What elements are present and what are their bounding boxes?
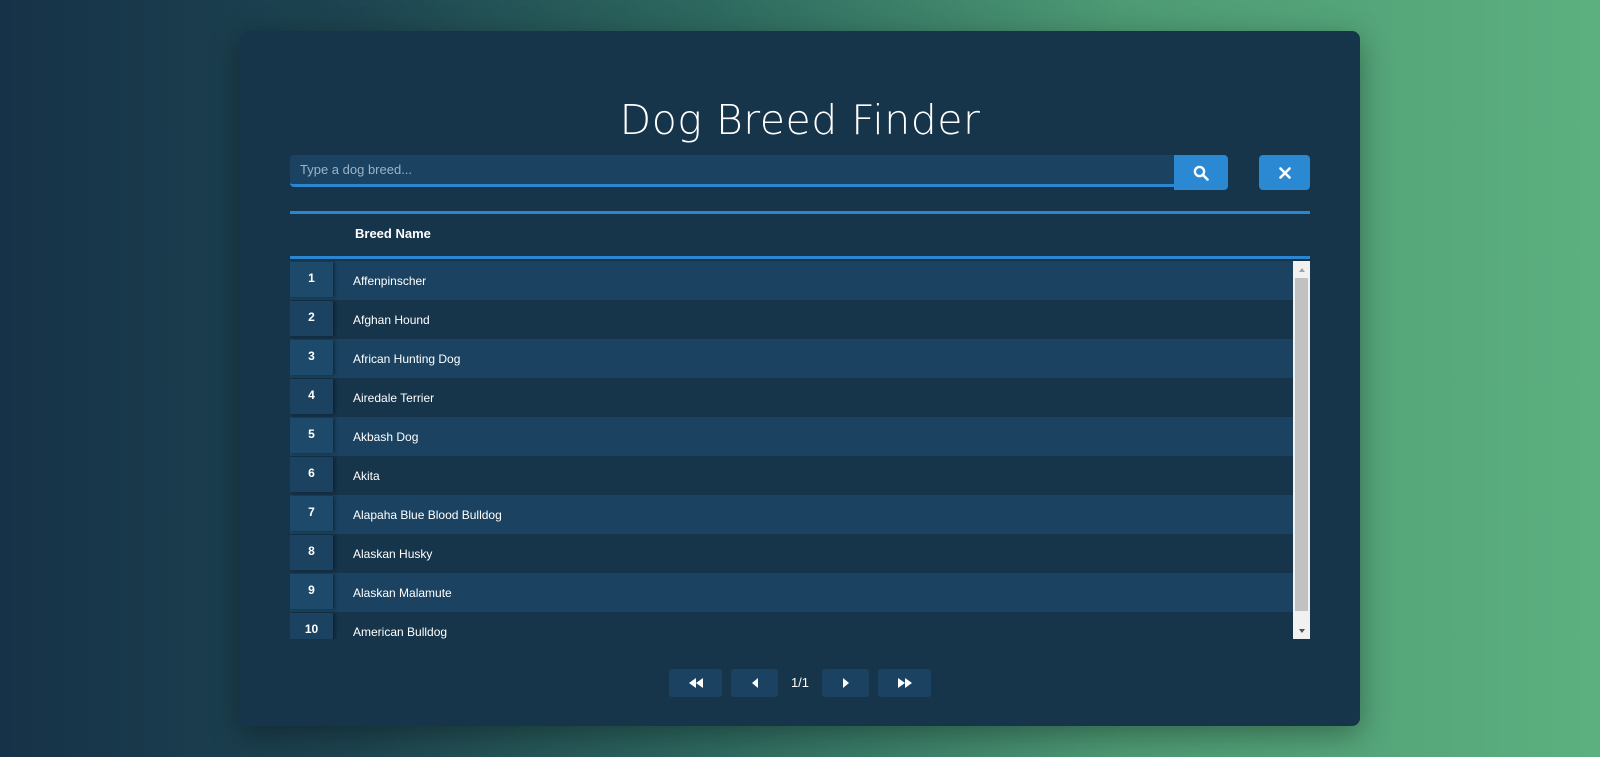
table-row[interactable]: 1 Affenpinscher <box>290 261 1293 300</box>
table-row[interactable]: 4 Airedale Terrier <box>290 378 1293 417</box>
chevron-right-icon <box>842 678 849 688</box>
row-number: 6 <box>290 457 333 492</box>
breed-name: Akbash Dog <box>353 430 419 444</box>
row-number: 8 <box>290 535 333 570</box>
first-page-button[interactable] <box>669 669 722 697</box>
last-page-button[interactable] <box>878 669 931 697</box>
scrollbar-thumb[interactable] <box>1295 278 1308 611</box>
row-number: 3 <box>290 340 333 375</box>
table-row[interactable]: 5 Akbash Dog <box>290 417 1293 456</box>
breed-name: Alaskan Malamute <box>353 586 452 600</box>
breed-name: Afghan Hound <box>353 313 430 327</box>
double-chevron-right-icon <box>897 678 912 688</box>
pagination: 1/1 <box>240 669 1360 697</box>
triangle-up-icon <box>1298 267 1305 272</box>
table-row[interactable]: 8 Alaskan Husky <box>290 534 1293 573</box>
breed-name: Alaskan Husky <box>353 547 433 561</box>
breed-name: Affenpinscher <box>353 274 427 288</box>
table-row[interactable]: 9 Alaskan Malamute <box>290 573 1293 612</box>
row-number: 2 <box>290 301 333 336</box>
double-chevron-left-icon <box>688 678 703 688</box>
triangle-down-icon <box>1298 628 1305 633</box>
column-header-breed-name[interactable]: Breed Name <box>355 226 431 241</box>
previous-page-button[interactable] <box>731 669 778 697</box>
search-icon <box>1193 165 1209 181</box>
table-row[interactable]: 2 Afghan Hound <box>290 300 1293 339</box>
table-row[interactable]: 3 African Hunting Dog <box>290 339 1293 378</box>
table-row[interactable]: 10 American Bulldog <box>290 612 1293 639</box>
close-icon <box>1278 166 1291 179</box>
row-number: 1 <box>290 262 333 297</box>
breed-name: African Hunting Dog <box>353 352 461 366</box>
page-indicator: 1/1 <box>790 675 810 690</box>
breed-name: American Bulldog <box>353 625 448 639</box>
breed-name: Akita <box>353 469 380 483</box>
row-number: 5 <box>290 418 333 453</box>
search-input[interactable] <box>290 155 1174 187</box>
scroll-down-button[interactable] <box>1293 622 1310 639</box>
table-row[interactable]: 6 Akita <box>290 456 1293 495</box>
next-page-button[interactable] <box>822 669 869 697</box>
clear-button[interactable] <box>1259 155 1310 190</box>
row-number: 7 <box>290 496 333 531</box>
scroll-up-button[interactable] <box>1293 261 1310 278</box>
row-number: 10 <box>290 613 333 639</box>
row-number: 9 <box>290 574 333 609</box>
breed-name: Airedale Terrier <box>353 391 435 405</box>
chevron-left-icon <box>751 678 758 688</box>
table-body[interactable]: 1 Affenpinscher 2 Afghan Hound 3 African… <box>290 261 1310 639</box>
table-row[interactable]: 7 Alapaha Blue Blood Bulldog <box>290 495 1293 534</box>
breed-name: Alapaha Blue Blood Bulldog <box>353 508 502 522</box>
row-number: 4 <box>290 379 333 414</box>
finder-card: Dog Breed Finder Breed Name 1 Affenpinsc… <box>240 31 1360 726</box>
vertical-scrollbar[interactable] <box>1293 261 1310 639</box>
page-title: Dog Breed Finder <box>619 96 981 144</box>
table-header: Breed Name <box>290 211 1310 259</box>
search-button[interactable] <box>1174 155 1228 190</box>
